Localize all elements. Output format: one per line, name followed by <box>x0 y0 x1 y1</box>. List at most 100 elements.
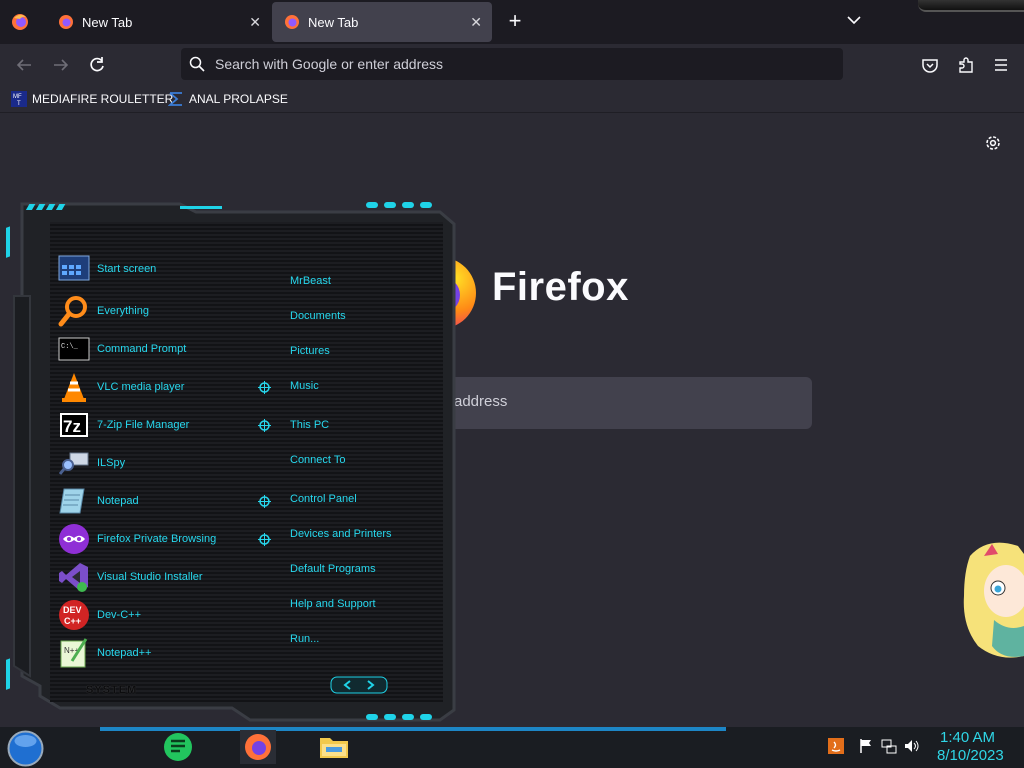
bookmark-label: MEDIAFIRE ROULETTER <box>32 92 174 106</box>
notepad-icon <box>59 488 85 514</box>
cartoon-girl-sticker <box>963 542 1024 658</box>
private-browsing-icon <box>59 524 89 554</box>
place-mrbeast[interactable]: MrBeast <box>290 275 331 287</box>
extensions-puzzle-icon[interactable] <box>955 54 977 76</box>
visual-studio-icon <box>59 563 88 592</box>
start-screen-icon <box>58 255 90 281</box>
program-label: 7-Zip File Manager <box>97 419 190 431</box>
program-label: Firefox Private Browsing <box>97 533 217 545</box>
program-devcpp[interactable]: DEV C++ Dev-C++ <box>58 599 141 631</box>
7zip-icon: 7z <box>60 413 88 437</box>
bookmark-sigma-icon <box>168 92 182 106</box>
forward-arrow-icon[interactable] <box>50 54 72 76</box>
firefox-view-icon[interactable] <box>6 8 34 36</box>
place-this-pc[interactable]: This PC <box>290 419 329 431</box>
program-everything[interactable]: Everything <box>58 295 149 327</box>
program-label: Dev-C++ <box>97 609 142 621</box>
window-frame-decoration <box>918 0 1024 12</box>
svg-text:MF: MF <box>13 94 22 100</box>
program-label: Everything <box>97 305 149 317</box>
clock-date[interactable]: 8/10/2023 <box>937 747 1004 764</box>
start-menu: Start screen Everything C:\_ Command Pro… <box>0 196 460 726</box>
program-label: Notepad++ <box>97 647 152 659</box>
program-label: Notepad <box>97 495 139 507</box>
notes-app-icon[interactable] <box>160 730 196 764</box>
place-run[interactable]: Run... <box>290 633 319 645</box>
submenu-target-icon <box>258 419 271 432</box>
submenu-target-icon <box>258 381 271 394</box>
hamburger-menu-icon[interactable] <box>990 54 1012 76</box>
tab-bar: New Tab ✕ New Tab ✕ + <box>0 0 1024 44</box>
file-explorer-icon[interactable] <box>316 730 352 764</box>
search-icon <box>189 56 205 72</box>
place-control-panel[interactable]: Control Panel <box>290 493 357 505</box>
firefox-icon <box>285 15 299 29</box>
network-icon[interactable] <box>881 738 897 754</box>
svg-text:T: T <box>17 101 21 107</box>
svg-text:C++: C++ <box>64 616 81 626</box>
bookmark-mediafire-rouletter[interactable]: MF T MEDIAFIRE ROULETTER <box>11 90 173 108</box>
gear-icon[interactable] <box>983 133 1003 153</box>
tab-title: New Tab <box>82 14 133 30</box>
ilspy-icon <box>58 452 89 475</box>
place-help-and-support[interactable]: Help and Support <box>290 598 376 610</box>
place-pictures[interactable]: Pictures <box>290 345 330 357</box>
bookmark-anal-prolapse[interactable]: ANAL PROLAPSE <box>168 90 288 108</box>
terminal-icon: C:\_ <box>58 337 90 361</box>
navigation-toolbar: Search with Google or enter address <box>0 44 1024 86</box>
system-label: SYSTEM <box>86 684 138 696</box>
bookmark-label: ANAL PROLAPSE <box>189 92 288 106</box>
program-label: Command Prompt <box>97 343 187 355</box>
bookmarks-toolbar: MF T MEDIAFIRE ROULETTER ANAL PROLAPSE <box>0 86 1024 113</box>
place-music[interactable]: Music <box>290 380 319 392</box>
start-orb-icon[interactable] <box>7 730 44 767</box>
flag-icon[interactable] <box>858 738 874 754</box>
place-connect-to[interactable]: Connect To <box>290 454 345 466</box>
svg-text:C:\_: C:\_ <box>61 343 79 351</box>
program-label: VLC media player <box>97 381 185 393</box>
svg-text:7z: 7z <box>63 417 81 436</box>
new-tab-search-box[interactable]: address <box>434 377 812 429</box>
program-firefox-private[interactable]: Firefox Private Browsing <box>58 523 216 555</box>
close-tab-icon[interactable]: ✕ <box>470 14 482 31</box>
back-arrow-icon[interactable] <box>13 54 35 76</box>
program-label: ILSpy <box>97 457 126 469</box>
program-visual-studio-installer[interactable]: Visual Studio Installer <box>58 561 203 593</box>
place-documents[interactable]: Documents <box>290 310 346 322</box>
firefox-wordmark: Firefox <box>492 265 629 309</box>
devcpp-icon: DEV C++ <box>59 600 89 630</box>
program-vlc[interactable]: VLC media player <box>58 371 184 403</box>
close-tab-icon[interactable]: ✕ <box>249 14 261 31</box>
mediafire-icon: MF T <box>11 91 27 107</box>
submenu-target-icon <box>258 495 271 508</box>
volume-icon[interactable] <box>904 738 920 754</box>
submenu-target-icon <box>258 533 271 546</box>
reload-icon[interactable] <box>86 54 108 76</box>
program-notepad[interactable]: Notepad <box>58 485 139 517</box>
java-icon[interactable] <box>828 738 844 754</box>
program-label: Visual Studio Installer <box>97 571 203 583</box>
address-placeholder: Search with Google or enter address <box>215 56 444 72</box>
pocket-icon[interactable] <box>919 54 941 76</box>
start-menu-nav-arrows[interactable] <box>330 676 388 694</box>
program-7zip[interactable]: 7z 7-Zip File Manager <box>58 409 189 441</box>
program-start-screen[interactable]: Start screen <box>58 253 156 285</box>
new-tab-button[interactable]: + <box>504 10 526 32</box>
list-all-tabs-icon[interactable] <box>844 10 864 30</box>
search-placeholder: address <box>454 393 508 410</box>
program-label: Start screen <box>97 263 157 275</box>
place-default-programs[interactable]: Default Programs <box>290 563 376 575</box>
program-command-prompt[interactable]: C:\_ Command Prompt <box>58 333 186 365</box>
tab-new-tab-1[interactable]: New Tab ✕ <box>46 2 271 42</box>
place-devices-and-printers[interactable]: Devices and Printers <box>290 528 392 540</box>
firefox-icon[interactable] <box>240 730 276 764</box>
firefox-icon <box>59 15 73 29</box>
tab-new-tab-2[interactable]: New Tab ✕ <box>272 2 492 42</box>
notepadpp-icon: N++ <box>60 638 88 668</box>
magnifier-icon <box>58 296 87 327</box>
program-ilspy[interactable]: ILSpy <box>58 447 125 479</box>
clock-time[interactable]: 1:40 AM <box>940 729 995 746</box>
program-notepadpp[interactable]: N++ Notepad++ <box>58 637 151 669</box>
tab-title: New Tab <box>308 14 359 30</box>
address-bar[interactable]: Search with Google or enter address <box>181 48 843 80</box>
